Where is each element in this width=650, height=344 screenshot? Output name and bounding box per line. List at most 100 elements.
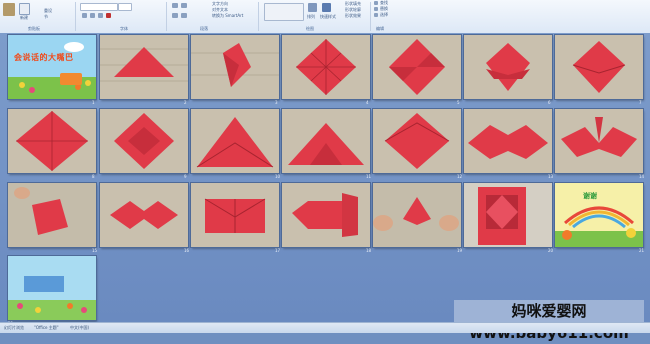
slide-number: 7 bbox=[639, 100, 642, 105]
find-button[interactable]: 查找 bbox=[380, 0, 388, 5]
slide-thumbnail-13[interactable] bbox=[464, 109, 552, 173]
slide-thumbnail-5[interactable] bbox=[373, 35, 461, 99]
slide-number: 17 bbox=[275, 248, 281, 253]
ribbon: 新建 重设 节 剪贴板 字体 文字方向 对齐文本 转换为 SmartArt 段落… bbox=[0, 0, 650, 34]
slide-thumbnail-14[interactable] bbox=[555, 109, 643, 173]
underline-icon[interactable] bbox=[98, 13, 103, 18]
origami-photo bbox=[282, 183, 370, 247]
shape-fill-button[interactable]: 形状填充 bbox=[345, 1, 361, 6]
origami-photo bbox=[373, 109, 461, 173]
slide-thumbnail-6[interactable] bbox=[464, 35, 552, 99]
shapes-gallery-icon[interactable] bbox=[264, 3, 304, 21]
group-label-paragraph: 段落 bbox=[200, 26, 208, 31]
slide-number: 9 bbox=[184, 174, 187, 179]
origami-photo bbox=[191, 109, 279, 173]
slide-thumbnail-4[interactable] bbox=[282, 35, 370, 99]
find-icon[interactable] bbox=[374, 1, 378, 5]
slide-thumbnail-19[interactable] bbox=[373, 183, 461, 247]
reset-button[interactable]: 重设 bbox=[44, 8, 52, 13]
slide-number: 12 bbox=[457, 174, 463, 179]
slide-thumbnail-21[interactable]: 谢谢 bbox=[555, 183, 643, 247]
slide-number: 4 bbox=[366, 100, 369, 105]
arrange-icon[interactable] bbox=[308, 3, 317, 12]
replace-button[interactable]: 替换 bbox=[380, 6, 388, 11]
shape-effects-button[interactable]: 形状效果 bbox=[345, 13, 361, 18]
origami-photo bbox=[464, 35, 552, 99]
origami-photo bbox=[464, 109, 552, 173]
slide-thumbnail-16[interactable] bbox=[100, 183, 188, 247]
numbering-icon[interactable] bbox=[181, 3, 187, 8]
group-label-clipboard: 剪贴板 bbox=[28, 26, 40, 31]
origami-photo bbox=[8, 183, 96, 247]
origami-photo bbox=[191, 35, 279, 99]
slide-thumbnail-2[interactable] bbox=[100, 35, 188, 99]
slide-number: 11 bbox=[366, 174, 372, 179]
divider bbox=[370, 2, 371, 31]
new-slide-icon[interactable] bbox=[19, 3, 30, 15]
slide-1-title: 会说话的大嘴巴 bbox=[14, 53, 74, 62]
slide-thumbnail-7[interactable] bbox=[555, 35, 643, 99]
slide-number: 21 bbox=[639, 248, 645, 253]
slide-number: 19 bbox=[457, 248, 463, 253]
slide-thumbnail-8[interactable] bbox=[8, 109, 96, 173]
slide-21-title: 谢谢 bbox=[583, 192, 597, 200]
origami-photo bbox=[373, 183, 461, 247]
new-slide-button[interactable]: 新建 bbox=[20, 15, 28, 20]
align-left-icon[interactable] bbox=[172, 13, 178, 18]
group-label-drawing: 绘图 bbox=[306, 26, 314, 31]
slide-thumbnail-15[interactable] bbox=[8, 183, 96, 247]
origami-photo bbox=[282, 35, 370, 99]
origami-photo bbox=[555, 109, 643, 173]
font-name-box[interactable] bbox=[80, 3, 118, 11]
slide-thumbnail-10[interactable] bbox=[191, 109, 279, 173]
shape-outline-button[interactable]: 形状轮廓 bbox=[345, 7, 361, 12]
slide-number: 5 bbox=[457, 100, 460, 105]
align-text-button[interactable]: 对齐文本 bbox=[212, 7, 228, 12]
slide-number: 2 bbox=[184, 100, 187, 105]
slide-number: 8 bbox=[92, 174, 95, 179]
font-color-icon[interactable] bbox=[106, 13, 111, 18]
slide-number: 1 bbox=[92, 100, 95, 105]
origami-photo bbox=[464, 183, 552, 247]
arrange-button[interactable]: 排列 bbox=[307, 14, 315, 19]
select-icon[interactable] bbox=[374, 13, 378, 17]
text-direction-button[interactable]: 文字方向 bbox=[212, 1, 228, 6]
slide-number: 6 bbox=[548, 100, 551, 105]
status-bar: 幻灯片浏览 "Office 主题" 中文(中国) bbox=[0, 322, 650, 333]
section-button[interactable]: 节 bbox=[44, 14, 48, 19]
replace-icon[interactable] bbox=[374, 7, 378, 11]
slide-number: 3 bbox=[275, 100, 278, 105]
slide-thumbnail-22[interactable] bbox=[8, 256, 96, 320]
slide-thumbnail-3[interactable] bbox=[191, 35, 279, 99]
group-label-editing: 编辑 bbox=[376, 26, 384, 31]
origami-photo bbox=[100, 183, 188, 247]
select-button[interactable]: 选择 bbox=[380, 12, 388, 17]
slide-thumbnail-1[interactable]: 会说话的大嘴巴 bbox=[8, 35, 96, 99]
slide-number: 10 bbox=[275, 174, 281, 179]
paste-icon[interactable] bbox=[3, 3, 15, 16]
slide-thumbnail-20[interactable] bbox=[464, 183, 552, 247]
thank-you-slide-art bbox=[555, 183, 643, 247]
origami-photo bbox=[555, 35, 643, 99]
origami-photo bbox=[8, 109, 96, 173]
smartart-button[interactable]: 转换为 SmartArt bbox=[212, 13, 243, 18]
slide-number: 15 bbox=[92, 248, 98, 253]
divider bbox=[258, 2, 259, 31]
slide-thumbnail-17[interactable] bbox=[191, 183, 279, 247]
align-center-icon[interactable] bbox=[181, 13, 187, 18]
slide-number: 13 bbox=[548, 174, 554, 179]
slide-thumbnail-9[interactable] bbox=[100, 109, 188, 173]
bold-icon[interactable] bbox=[82, 13, 87, 18]
quick-styles-icon[interactable] bbox=[322, 3, 331, 12]
font-size-box[interactable] bbox=[118, 3, 132, 11]
slide-thumbnail-18[interactable] bbox=[282, 183, 370, 247]
end-slide-art bbox=[8, 256, 96, 320]
italic-icon[interactable] bbox=[90, 13, 95, 18]
origami-photo bbox=[373, 35, 461, 99]
slide-thumbnail-11[interactable] bbox=[282, 109, 370, 173]
quick-styles-button[interactable]: 快速样式 bbox=[320, 14, 336, 19]
bullets-icon[interactable] bbox=[172, 3, 178, 8]
title-slide-art bbox=[8, 35, 96, 99]
slide-thumbnail-12[interactable] bbox=[373, 109, 461, 173]
slide-number: 14 bbox=[639, 174, 645, 179]
